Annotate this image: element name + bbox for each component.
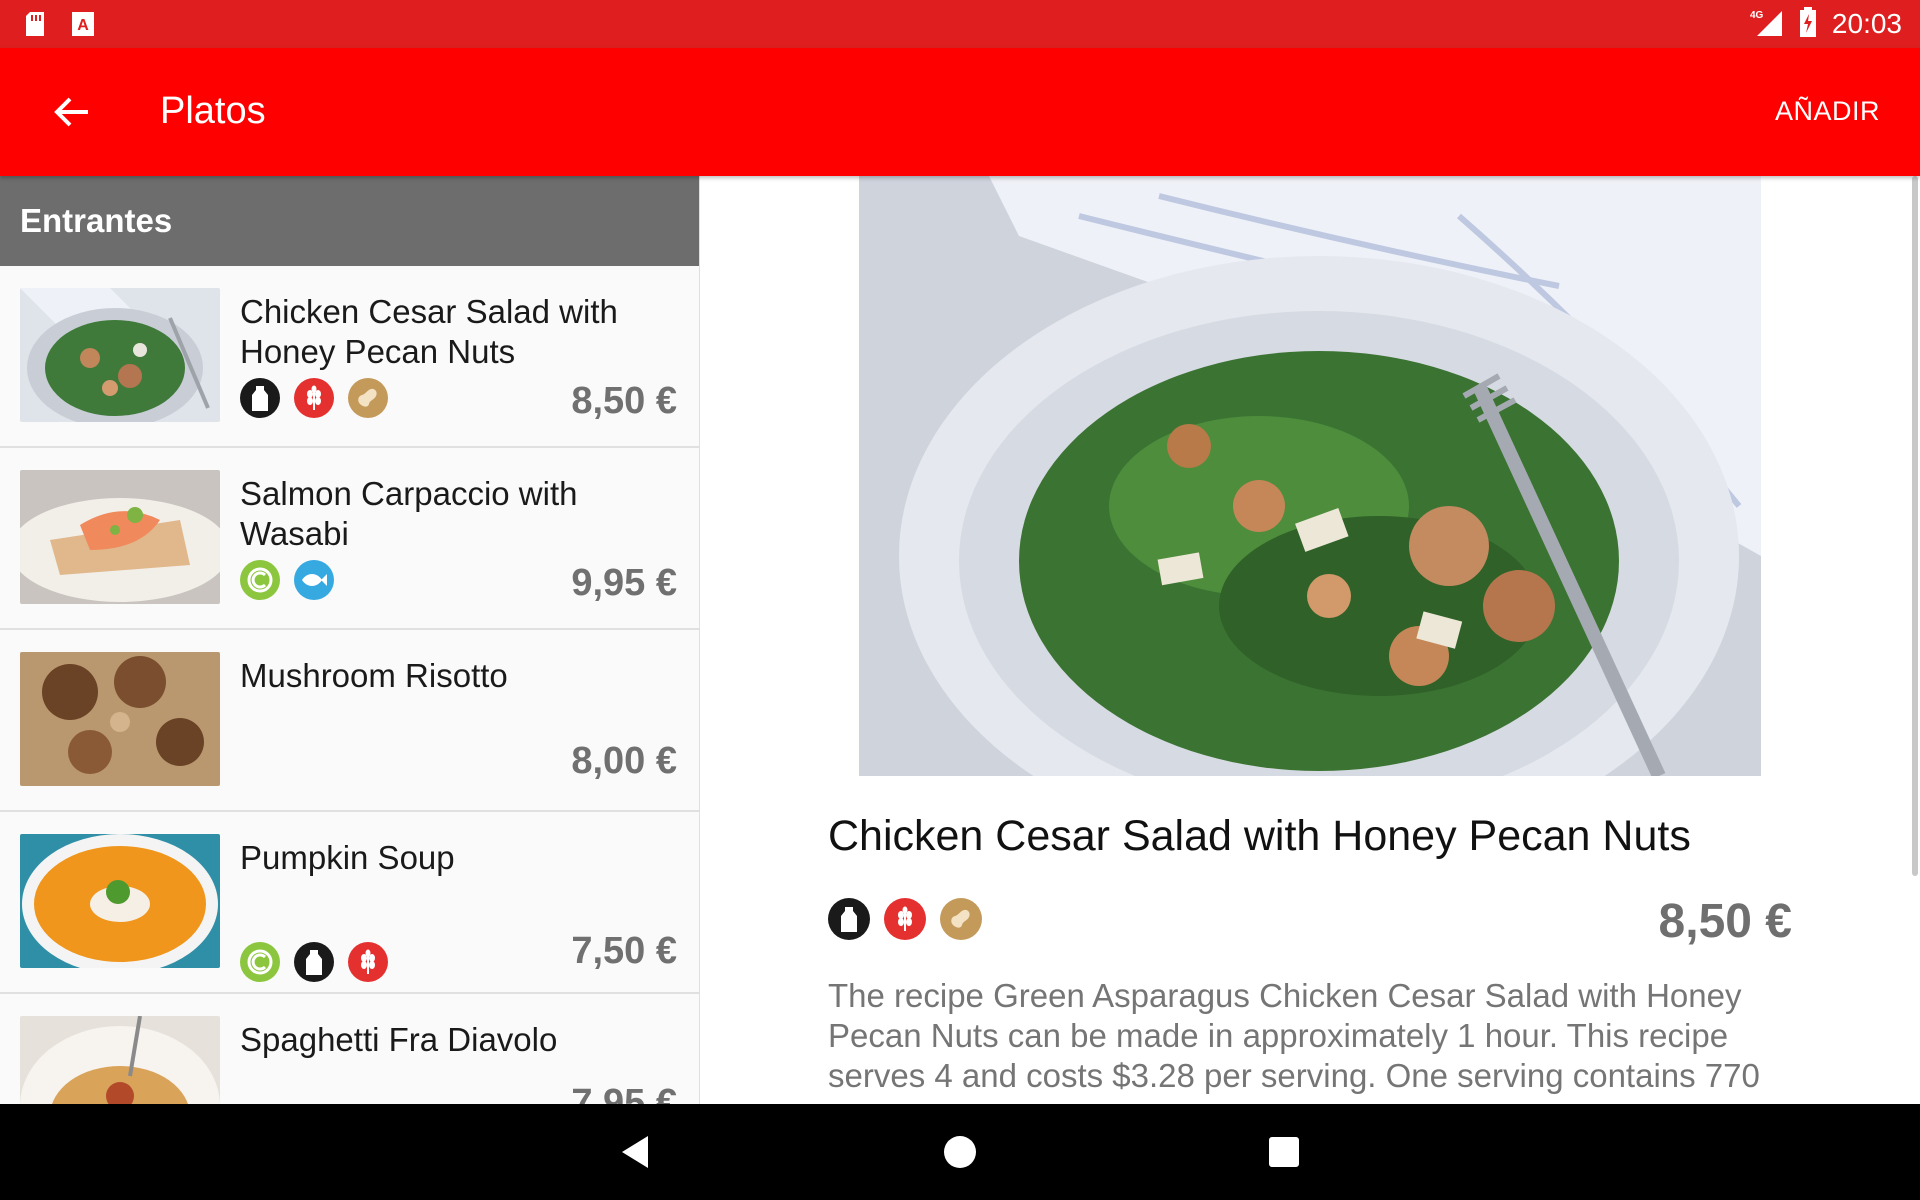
celery-icon [240,560,280,600]
dish-price: 9,95 € [571,562,677,604]
dish-detail-price: 8,50 € [1658,895,1792,948]
dish-thumbnail [20,1016,220,1104]
nuts-icon [940,898,982,940]
detail-scrollbar[interactable] [1912,176,1918,876]
category-header: Entrantes [0,176,699,266]
dish-list: Chicken Cesar Salad with Honey Pecan Nut… [0,266,699,1104]
dish-row-salmon-carpaccio[interactable]: Salmon Carpaccio with Wasabi 9,95 € [0,448,699,630]
svg-text:4G: 4G [1750,10,1764,21]
dish-row-pumpkin-soup[interactable]: Pumpkin Soup 7,50 € [0,812,699,994]
nav-back-button[interactable] [613,1130,657,1174]
back-button[interactable] [44,86,100,138]
nav-recents-button[interactable] [1262,1130,1306,1174]
add-button[interactable]: AÑADIR [1775,96,1880,127]
dish-hero-image [859,176,1761,776]
allergen-list [240,378,388,418]
battery-charging-icon [1798,6,1818,42]
clock: 20:03 [1831,8,1902,39]
allergen-list [240,942,388,982]
status-bar: A 4G 20:03 [0,0,1920,48]
sd-card-icon [22,10,48,38]
dish-name: Spaghetti Fra Diavolo [240,1021,558,1058]
dish-price: 7,95 € [571,1082,677,1104]
dish-row-chicken-cesar-salad[interactable]: Chicken Cesar Salad with Honey Pecan Nut… [0,266,699,448]
system-nav-bar [0,1104,1920,1200]
dish-price: 8,00 € [571,740,677,782]
detail-allergen-list [828,898,982,940]
dish-price: 8,50 € [571,380,677,422]
signal-4g-icon: 4G [1748,7,1784,42]
page-title: Platos [160,90,266,132]
text-a-icon: A [70,10,96,38]
milk-icon [294,942,334,982]
dish-list-pane[interactable]: Entrantes Chicken Cesar Salad with Honey… [0,176,700,1104]
dish-thumbnail [20,652,220,786]
fish-icon [294,560,334,600]
recents-square-icon [1269,1137,1299,1167]
dish-thumbnail [20,288,220,422]
dish-name: Mushroom Risotto [240,657,508,694]
celery-icon [240,942,280,982]
gluten-icon [348,942,388,982]
dish-detail-title: Chicken Cesar Salad with Honey Pecan Nut… [828,812,1691,860]
nav-home-button[interactable] [938,1130,982,1174]
dish-name: Pumpkin Soup [240,839,455,876]
home-circle-icon [944,1136,976,1168]
dish-row-spaghetti-fra-diavolo[interactable]: Spaghetti Fra Diavolo 7,95 € [0,994,699,1104]
allergen-list [240,560,334,600]
svg-text:A: A [77,17,89,34]
milk-icon [240,378,280,418]
dish-name: Salmon Carpaccio with Wasabi [240,475,578,552]
dish-price: 7,50 € [571,930,677,972]
dish-thumbnail [20,470,220,604]
back-triangle-icon [622,1136,648,1168]
dish-detail-pane[interactable]: Chicken Cesar Salad with Honey Pecan Nut… [700,176,1920,1104]
dish-thumbnail [20,834,220,968]
gluten-icon [294,378,334,418]
arrow-left-icon [54,97,88,127]
milk-icon [828,898,870,940]
nuts-icon [348,378,388,418]
gluten-icon [884,898,926,940]
dish-row-mushroom-risotto[interactable]: Mushroom Risotto 8,00 € [0,630,699,812]
app-bar: Platos AÑADIR [0,48,1920,176]
dish-name: Chicken Cesar Salad with Honey Pecan Nut… [240,293,618,370]
dish-description: The recipe Green Asparagus Chicken Cesar… [828,977,1760,1094]
